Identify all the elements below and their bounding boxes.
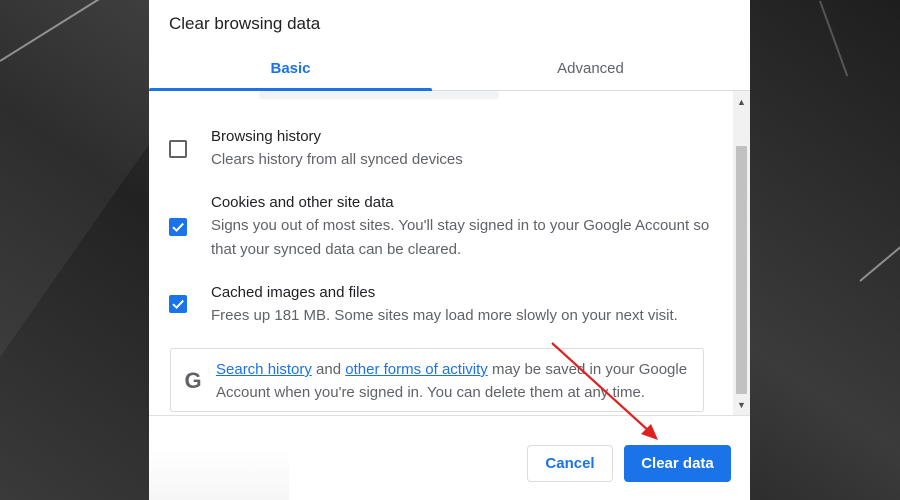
tab-advanced[interactable]: Advanced [449,46,732,90]
option-title: Cached images and files [211,284,376,301]
tab-basic[interactable]: Basic [149,46,432,91]
option-description: Signs you out of most sites. You'll stay… [211,217,710,258]
search-history-link[interactable]: Search history [216,361,312,378]
clear-browsing-data-dialog: Clear browsing data Basic Advanced Brows… [149,0,750,500]
other-activity-link[interactable]: other forms of activity [345,361,488,378]
dialog-title: Clear browsing data [169,14,321,33]
option-title: Cookies and other site data [211,194,394,211]
vertical-scrollbar[interactable]: ▲ ▼ [733,91,750,415]
blurred-footer-area [149,450,289,500]
option-title: Browsing history [211,128,322,145]
notice-text-and: and [311,361,346,378]
google-account-notice: G Search history and other forms of acti… [170,348,704,412]
option-description: Clears history from all synced devices [211,151,463,168]
checkmark-icon [172,299,184,310]
cancel-button[interactable]: Cancel [527,445,613,482]
browsing-history-checkbox[interactable] [169,140,187,158]
google-notice-text: Search history and other forms of activi… [216,358,701,404]
scroll-up-arrow-icon[interactable]: ▲ [733,94,750,110]
tab-bar: Basic Advanced [149,46,750,91]
clear-data-button[interactable]: Clear data [624,445,731,482]
cookies-checkbox[interactable] [169,218,187,236]
options-scroll-area: Browsing history Clears history from all… [149,91,733,415]
footer-divider [149,415,750,416]
scrollbar-thumb[interactable] [736,146,747,394]
checkmark-icon [172,222,184,233]
scrolled-content-fragment [259,91,499,99]
option-description: Frees up 181 MB. Some sites may load mor… [211,307,678,324]
cached-images-checkbox[interactable] [169,295,187,313]
google-g-icon: G [184,368,202,393]
scroll-down-arrow-icon[interactable]: ▼ [733,397,750,413]
